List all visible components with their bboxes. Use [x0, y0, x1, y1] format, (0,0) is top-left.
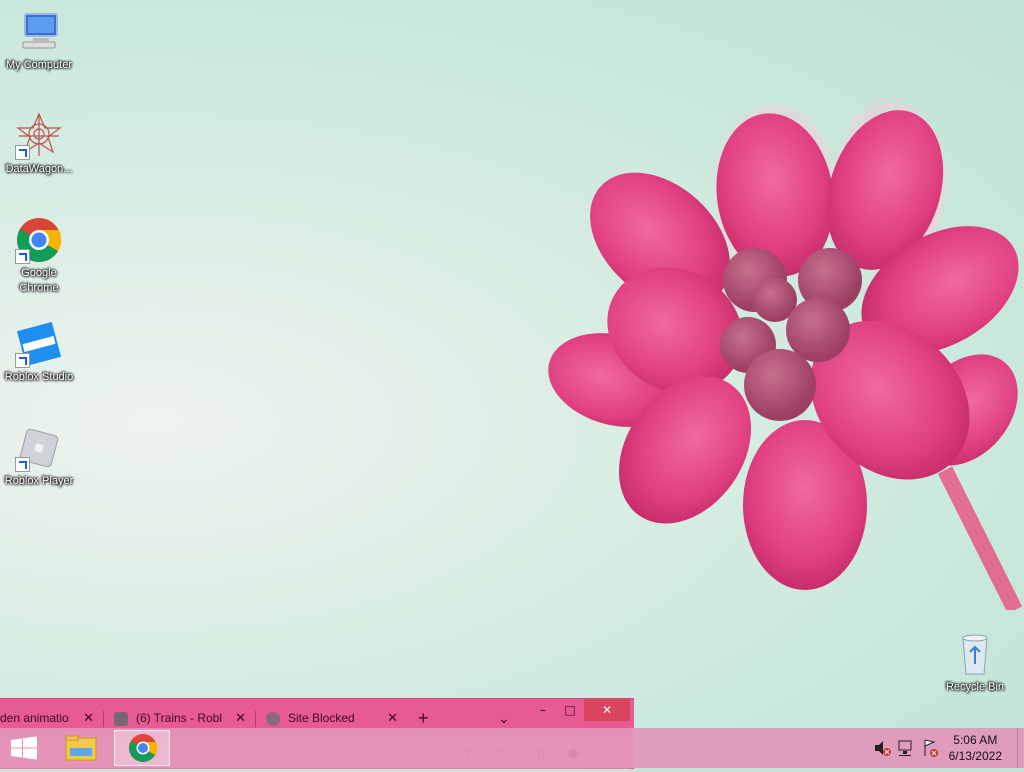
shortcut-arrow-icon [15, 353, 30, 368]
desktop-icon-datawagon[interactable]: DataWagon... [0, 112, 78, 177]
tab-strip: den animatio ✕ (6) Trains - Robl ✕ Site … [0, 699, 634, 729]
chrome-icon [129, 734, 158, 762]
windows-logo-icon [11, 736, 37, 760]
tab-search-button[interactable]: ⌄ [498, 707, 514, 729]
clock-date: 6/13/2022 [948, 749, 1002, 763]
desktop-icon-label: Recycle Bin [945, 681, 1005, 693]
start-button[interactable] [0, 728, 48, 768]
desktop-icon-label: Roblox Studio [4, 371, 74, 383]
new-tab-button[interactable]: + [418, 707, 438, 729]
shortcut-arrow-icon [15, 457, 30, 472]
close-button[interactable]: ✕ [584, 699, 630, 721]
maximize-button[interactable]: □ [553, 699, 587, 721]
desktop-icon-label: Google Chrome [19, 267, 59, 294]
chrome-icon [15, 216, 63, 264]
volume-muted-icon[interactable] [872, 728, 892, 768]
show-desktop-button[interactable] [1017, 728, 1024, 768]
roblox-favicon-icon [114, 711, 128, 726]
desktop-icon-label: DataWagon... [5, 163, 73, 175]
tab-2[interactable]: (6) Trains - Robl ✕ [114, 707, 250, 729]
computer-icon [15, 8, 63, 56]
taskbar-clock[interactable]: 5:06 AM 6/13/2022 [949, 732, 1002, 764]
tab-separator [103, 711, 104, 727]
shortcut-arrow-icon [15, 249, 30, 264]
tab-close-icon[interactable]: ✕ [387, 707, 398, 729]
tab-title: (6) Trains - Robl [136, 711, 223, 725]
tab-close-icon[interactable]: ✕ [83, 707, 94, 729]
file-explorer-icon [65, 735, 97, 761]
tab-title: den animatio [0, 711, 69, 725]
tab-3[interactable]: Site Blocked ✕ [266, 707, 402, 729]
tab-1[interactable]: den animatio ✕ [0, 707, 98, 729]
desktop-icon-recycle-bin[interactable]: Recycle Bin [936, 630, 1014, 695]
action-center-flag-icon[interactable] [920, 728, 940, 768]
network-icon[interactable] [896, 728, 916, 768]
clock-time: 5:06 AM [953, 733, 998, 747]
taskbar-file-explorer[interactable] [54, 730, 110, 766]
tab-close-icon[interactable]: ✕ [235, 707, 246, 729]
desktop-icon-label: My Computer [5, 59, 73, 71]
roblox-player-icon [15, 424, 63, 472]
desktop-icon-roblox-player[interactable]: Roblox Player [0, 424, 78, 489]
taskbar-google-chrome[interactable] [114, 730, 170, 766]
globe-favicon-icon [266, 711, 280, 726]
tab-title: Site Blocked [288, 711, 355, 725]
roblox-studio-icon [15, 320, 63, 368]
wallpaper-flower [548, 100, 1023, 610]
tab-separator [255, 711, 256, 727]
desktop-icon-label: Roblox Player [4, 475, 74, 487]
datawagon-icon [15, 112, 63, 160]
desktop: My Computer DataWagon... Google Chrome R… [0, 0, 1024, 728]
desktop-icon-roblox-studio[interactable]: Roblox Studio [0, 320, 78, 385]
recycle-bin-icon [951, 630, 999, 678]
shortcut-arrow-icon [15, 145, 30, 160]
taskbar: 5:06 AM 6/13/2022 [0, 728, 1024, 768]
desktop-icon-google-chrome[interactable]: Google Chrome [0, 216, 78, 296]
desktop-icon-my-computer[interactable]: My Computer [0, 8, 78, 73]
